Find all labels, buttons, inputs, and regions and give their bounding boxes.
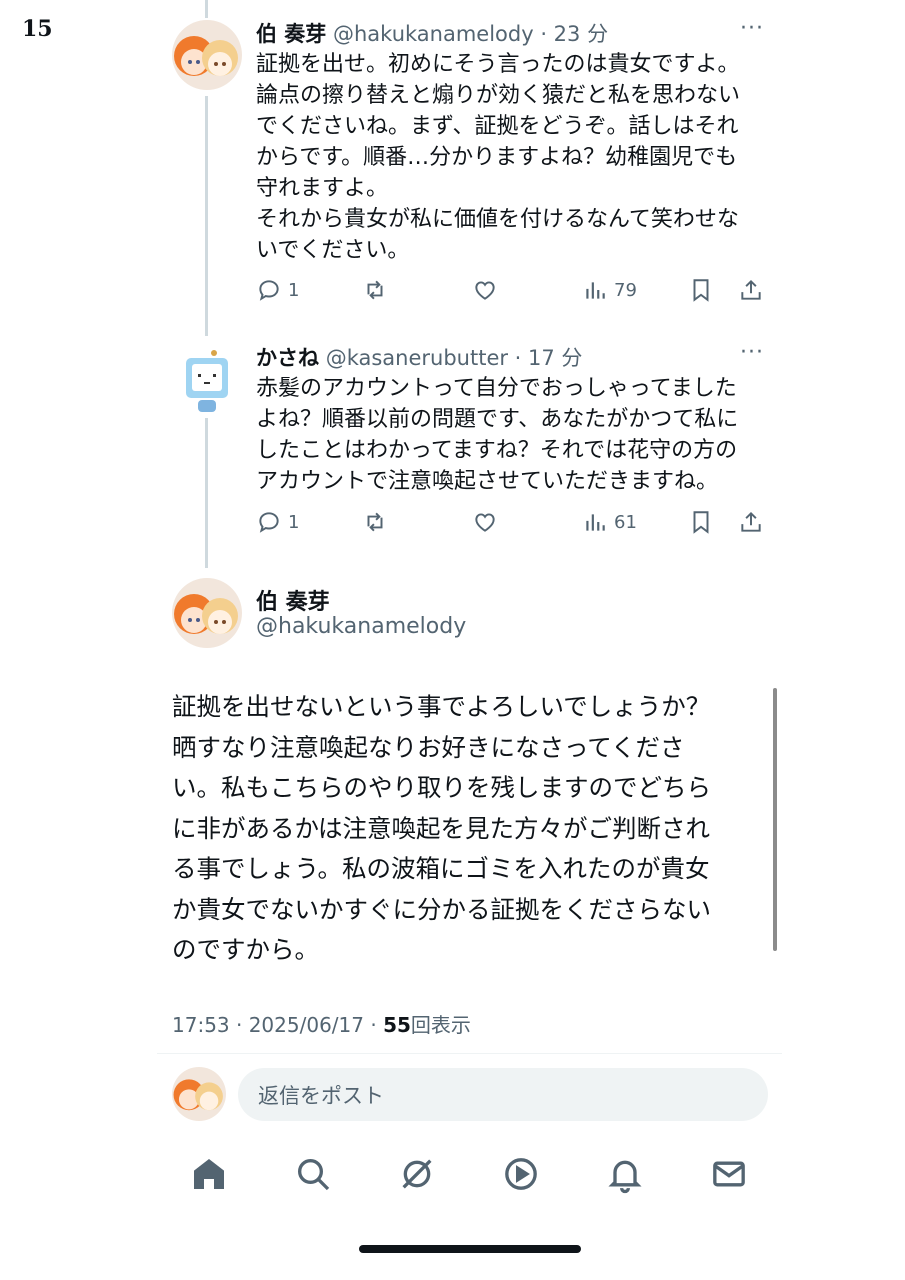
display-name[interactable]: 伯 奏芽 [256,22,326,46]
main-display-name[interactable]: 伯 奏芽 [256,584,330,616]
main-handle[interactable]: @hakukanamelody [256,614,466,639]
reply-button[interactable]: 1 [256,506,299,538]
reply-icon [259,280,279,301]
tweet-header: 伯 奏芽 @hakukanamelody · 23 分 [256,18,608,48]
reply-placeholder: 返信をポスト [258,1084,384,1108]
views-button[interactable]: 61 [582,506,637,538]
timestamp: 17:53 · 2025/06/17 · [172,1013,384,1037]
more-icon[interactable]: ··· [740,16,764,41]
bookmark-icon [693,279,709,302]
views-icon [586,282,605,299]
share-icon [741,511,761,532]
view-count: 61 [614,511,637,533]
avatar[interactable] [172,578,242,648]
like-button[interactable] [472,274,498,306]
search-icon[interactable] [293,1154,333,1194]
repost-icon [367,512,383,532]
bookmark-button[interactable] [688,274,714,306]
tweet-text: 赤髪のアカウントって自分でおっしゃってました よね？順番以前の問題です、あなたが… [256,376,739,494]
notifications-icon[interactable] [605,1154,645,1194]
share-button[interactable] [738,274,764,306]
bookmark-icon [693,511,709,534]
reply-count: 1 [288,511,300,533]
grok-icon[interactable] [397,1154,437,1194]
avatar[interactable] [172,344,242,414]
page-number: 15 [22,16,53,42]
bookmark-button[interactable] [688,506,714,538]
reply-input[interactable]: 返信をポスト [238,1068,768,1121]
repost-button[interactable] [362,274,388,306]
thread-line [205,418,208,568]
view-count: 55 [383,1013,411,1037]
view-count: 79 [614,279,637,301]
handle-time[interactable]: @kasanerubutter · 17 分 [326,346,583,370]
reply-count: 1 [288,279,300,301]
tweet-text: 証拠を出せ。初めにそう言ったのは貴女ですよ。 論点の擦り替えと煽りが効く猿だと私… [256,52,741,263]
home-indicator[interactable] [359,1245,581,1253]
thread-line [205,96,208,336]
more-icon[interactable]: ··· [740,340,764,365]
repost-icon [367,280,383,300]
scrollbar[interactable] [773,688,777,951]
like-button[interactable] [472,506,498,538]
reply-icon [259,512,279,533]
views-label: 回表示 [410,1013,471,1037]
display-name[interactable]: かさね [256,346,319,370]
tweet-timestamp: 17:53 · 2025/06/17 · 55回表示 [172,1009,471,1038]
avatar[interactable] [172,20,242,90]
home-icon[interactable] [189,1154,229,1194]
share-button[interactable] [738,506,764,538]
main-tweet-text: 証拠を出せないという事でよろしいでしょうか？ 晒すなり注意喚起なりお好きになさっ… [172,692,711,964]
heart-icon [475,281,495,300]
messages-icon[interactable] [709,1154,749,1194]
handle-time[interactable]: @hakukanamelody · 23 分 [333,22,608,46]
share-icon [741,279,761,300]
reply-button[interactable]: 1 [256,274,299,306]
avatar [172,1067,226,1121]
views-button[interactable]: 79 [582,274,637,306]
views-icon [586,514,605,531]
divider [157,1053,782,1054]
tweet-actions: 1 61 [256,506,776,538]
heart-icon [475,513,495,532]
video-icon[interactable] [501,1154,541,1194]
repost-button[interactable] [362,506,388,538]
tweet-actions: 1 79 [256,274,776,306]
tweet-header: かさね @kasanerubutter · 17 分 [256,342,582,372]
thread-line [205,0,208,18]
